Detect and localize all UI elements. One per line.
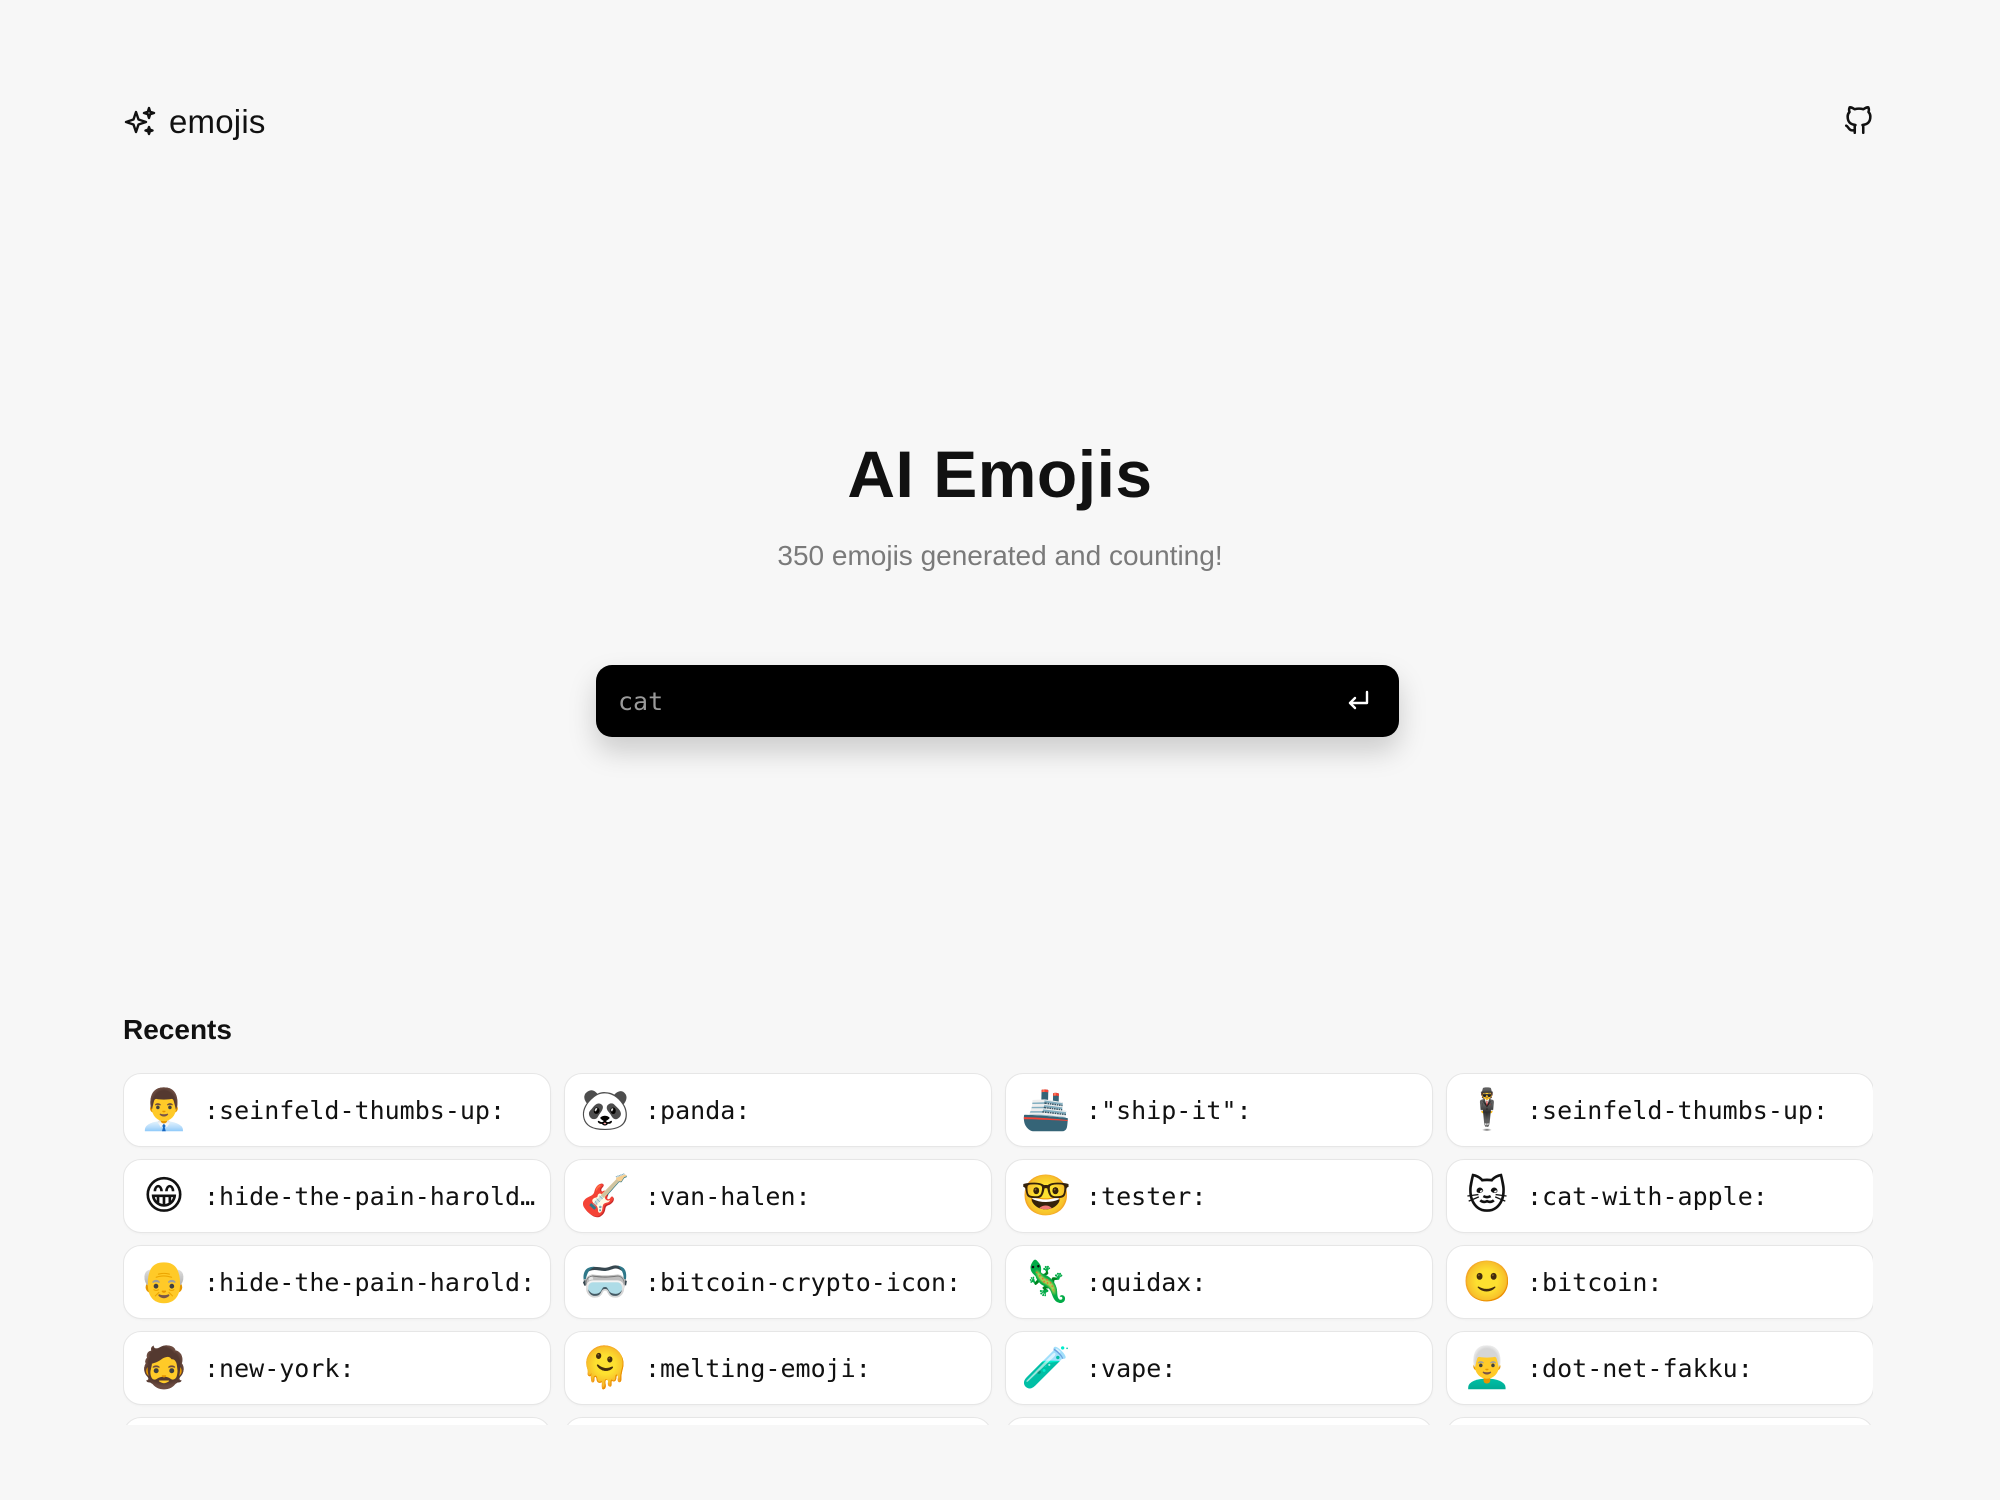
page-title: AI Emojis <box>847 437 1153 511</box>
emoji-label: :panda: <box>645 1095 751 1125</box>
emoji-image: 🫠 <box>580 1345 630 1391</box>
emoji-label: :dot-net-fakku: <box>1527 1353 1753 1383</box>
brand-link[interactable]: emojis <box>123 103 266 141</box>
emoji-image: 🎸 <box>580 1173 630 1219</box>
emoji-label: :bitcoin: <box>1527 1267 1663 1297</box>
emoji-card[interactable]: 👨‍💼 :seinfeld-thumbs-up: <box>123 1073 551 1147</box>
hero: AI Emojis 350 emojis generated and count… <box>0 436 2000 572</box>
emoji-label: :melting-emoji: <box>645 1353 871 1383</box>
emoji-image: 🐼 <box>580 1087 630 1133</box>
emoji-card[interactable]: 🧔 :new-york: <box>123 1331 551 1405</box>
emoji-image: 🦎 <box>1021 1259 1071 1305</box>
emoji-card[interactable]: 🕴 :seinfeld-thumbs-up: <box>1446 1073 1873 1147</box>
emoji-label: :seinfeld-thumbs-up: <box>204 1095 506 1125</box>
emoji-card[interactable]: 👴 :hide-the-pain-harold: <box>123 1245 551 1319</box>
emoji-card[interactable] <box>1005 1417 1433 1425</box>
brand-name: emojis <box>169 103 266 140</box>
emoji-image: 🐱 <box>1466 1173 1508 1219</box>
recents-grid: 👨‍💼 :seinfeld-thumbs-up: 🐼 :panda: 🚢 :"s… <box>123 1073 1873 1425</box>
emoji-image: 🧪 <box>1021 1345 1071 1391</box>
emoji-card[interactable]: 🦎 :quidax: <box>1005 1245 1433 1319</box>
emoji-label: :tester: <box>1086 1181 1207 1211</box>
emoji-image: 🙂 <box>1462 1259 1512 1305</box>
search-bar <box>596 665 1399 737</box>
emoji-image: 👨‍💼 <box>139 1087 189 1133</box>
emoji-image: 🧔 <box>139 1345 189 1391</box>
emoji-label: :hide-the-pain-harold… <box>204 1181 536 1211</box>
emoji-label: :hide-the-pain-harold: <box>204 1267 536 1297</box>
emoji-card[interactable]: 👨‍🦳 :dot-net-fakku: <box>1446 1331 1873 1405</box>
emoji-card[interactable] <box>1446 1417 1873 1425</box>
emoji-card[interactable]: 🥽 :bitcoin-crypto-icon: <box>564 1245 992 1319</box>
emoji-label: :seinfeld-thumbs-up: <box>1527 1095 1829 1125</box>
emoji-label: :vape: <box>1086 1353 1177 1383</box>
emoji-card[interactable]: 🐼 :panda: <box>564 1073 992 1147</box>
emoji-image: 👨‍🦳 <box>1462 1345 1512 1391</box>
emoji-image: 🥽 <box>580 1259 630 1305</box>
emoji-image: 👴 <box>139 1259 189 1305</box>
emoji-label: :van-halen: <box>645 1181 811 1211</box>
emoji-card[interactable]: 🚢 :"ship-it": <box>1005 1073 1433 1147</box>
search-input[interactable] <box>618 686 1343 716</box>
sparkles-icon <box>123 105 157 139</box>
recents-heading: Recents <box>123 1014 232 1045</box>
emoji-label: :bitcoin-crypto-icon: <box>645 1267 962 1297</box>
github-link[interactable] <box>1841 102 1877 142</box>
emoji-label: :"ship-it": <box>1086 1095 1252 1125</box>
emoji-card[interactable]: 🧪 :vape: <box>1005 1331 1433 1405</box>
emoji-label: :new-york: <box>204 1353 355 1383</box>
emoji-card[interactable]: 🐱 :cat-with-apple: <box>1446 1159 1873 1233</box>
emoji-image: 😁 <box>143 1173 185 1219</box>
emoji-card[interactable]: 🫠 :melting-emoji: <box>564 1331 992 1405</box>
page: emojis AI Emojis 350 emojis generated an… <box>0 0 2000 1500</box>
emoji-card[interactable] <box>564 1417 992 1425</box>
page-subtitle: 350 emojis generated and counting! <box>777 540 1223 571</box>
header: emojis <box>123 98 1877 146</box>
emoji-card[interactable] <box>123 1417 551 1425</box>
github-icon <box>1842 102 1876 143</box>
emoji-card[interactable]: 🎸 :van-halen: <box>564 1159 992 1233</box>
emoji-card[interactable]: 🙂 :bitcoin: <box>1446 1245 1873 1319</box>
emoji-label: :cat-with-apple: <box>1527 1181 1768 1211</box>
emoji-image: 🕴 <box>1462 1087 1512 1133</box>
enter-return-icon[interactable] <box>1343 686 1373 716</box>
emoji-image: 🤓 <box>1021 1173 1071 1219</box>
emoji-card[interactable]: 🤓 :tester: <box>1005 1159 1433 1233</box>
emoji-image: 🚢 <box>1021 1087 1071 1133</box>
emoji-card[interactable]: 😁 :hide-the-pain-harold… <box>123 1159 551 1233</box>
emoji-label: :quidax: <box>1086 1267 1207 1297</box>
